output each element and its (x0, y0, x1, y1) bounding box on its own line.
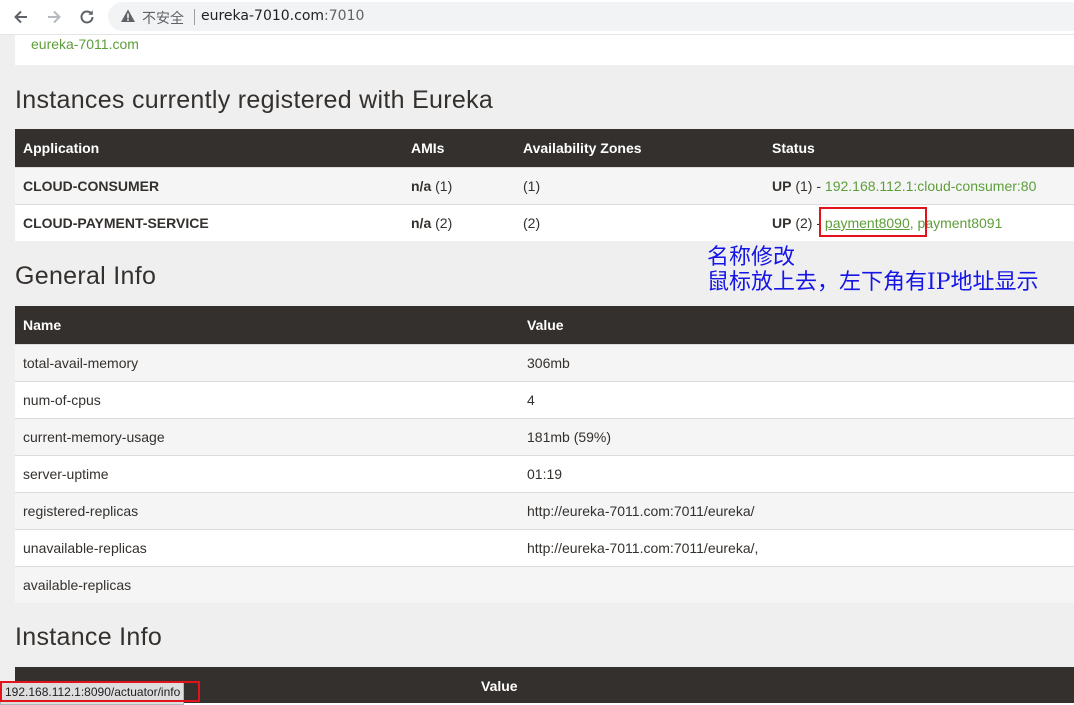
amis-count: (1) (435, 178, 453, 194)
table-row: server-uptime 01:19 (15, 455, 1074, 493)
column-header: Name (15, 306, 519, 345)
info-name: server-uptime (15, 455, 519, 493)
zones-cell: (2) (515, 204, 764, 241)
url-port: :7010 (324, 8, 365, 24)
column-header: Status (764, 129, 1074, 168)
table-row: num-of-cpus 4 (15, 381, 1074, 419)
table-row: total-avail-memory 306mb (15, 344, 1074, 382)
warning-icon[interactable] (120, 8, 136, 24)
eureka-dashboard: eureka-7011.com Instances currently regi… (0, 35, 1074, 703)
amis-value: n/a (411, 215, 432, 231)
column-header: Availability Zones (515, 129, 764, 168)
status-count: (2) - (795, 215, 822, 231)
info-value: http://eureka-7011.com:7011/eureka/, (519, 529, 1074, 567)
annotation-text: 名称修改 鼠标放上去，左下角有IP地址显示 (707, 245, 1039, 295)
replica-link[interactable]: eureka-7011.com (31, 36, 139, 52)
address-bar[interactable]: 不安全 eureka-7010.com:7010 (108, 2, 1074, 31)
column-header: AMIs (403, 129, 515, 168)
table-row: CLOUD-CONSUMER n/a (1) (1) UP (1) - 192.… (15, 167, 1074, 205)
amis-cell: n/a (1) (403, 167, 515, 205)
status-word: UP (772, 178, 792, 194)
annotation-line: 鼠标放上去，左下角有IP地址显示 (707, 270, 1039, 295)
info-name: num-of-cpus (15, 381, 519, 419)
info-name: available-replicas (15, 566, 519, 603)
status-count: (1) - (795, 178, 822, 194)
general-info-table: Name Value total-avail-memory 306mb num-o… (15, 306, 1074, 603)
annotation-line: 名称修改 (707, 245, 796, 270)
table-row: current-memory-usage 181mb (59%) (15, 418, 1074, 456)
info-value: 4 (519, 381, 1074, 419)
info-value: 01:19 (519, 455, 1074, 493)
info-name: registered-replicas (15, 492, 519, 530)
amis-count: (2) (435, 215, 453, 231)
browser-toolbar: 不安全 eureka-7010.com:7010 (0, 0, 1074, 35)
info-value: http://eureka-7011.com:7011/eureka/ (519, 492, 1074, 530)
info-value (519, 566, 1074, 603)
table-row: registered-replicas http://eureka-7011.co… (15, 492, 1074, 530)
general-info-heading: General Info (15, 262, 157, 290)
info-value: 306mb (519, 344, 1074, 382)
application-name: CLOUD-CONSUMER (15, 167, 403, 205)
arrow-left-icon[interactable] (11, 7, 31, 27)
table-header-row: Name Value (15, 306, 1074, 345)
status-word: UP (772, 215, 792, 231)
url-host: eureka-7010.com (201, 8, 325, 24)
status-highlight-box (0, 681, 200, 702)
application-name: CLOUD-PAYMENT-SERVICE (15, 204, 403, 241)
insecure-label[interactable]: 不安全 (142, 8, 184, 28)
zones-cell: (1) (515, 167, 764, 205)
instance-link[interactable]: 192.168.112.1:cloud-consumer:80 (825, 178, 1036, 194)
table-row: unavailable-replicas http://eureka-7011.c… (15, 529, 1074, 567)
info-value: 181mb (59%) (519, 418, 1074, 456)
status-cell: UP (1) - 192.168.112.1:cloud-consumer:80 (764, 167, 1074, 205)
amis-value: n/a (411, 178, 432, 194)
info-name: total-avail-memory (15, 344, 519, 382)
table-row: available-replicas (15, 566, 1074, 603)
info-name: unavailable-replicas (15, 529, 519, 567)
column-header: Value (519, 306, 1074, 345)
omnibox-divider (194, 9, 195, 25)
reload-icon[interactable] (77, 7, 97, 27)
instances-heading: Instances currently registered with Eure… (15, 86, 494, 114)
column-header: Value (473, 667, 1074, 703)
amis-cell: n/a (2) (403, 204, 515, 241)
url-text[interactable]: eureka-7010.com:7010 (201, 8, 364, 24)
column-header: Application (15, 129, 403, 168)
arrow-right-icon[interactable] (44, 7, 64, 27)
highlight-box (819, 207, 927, 237)
info-name: current-memory-usage (15, 418, 519, 456)
instance-link[interactable]: payment8091 (918, 215, 1003, 231)
instance-info-heading: Instance Info (15, 623, 163, 651)
replicas-card: eureka-7011.com (15, 35, 1074, 65)
table-header-row: Application AMIs Availability Zones Stat… (15, 129, 1074, 168)
